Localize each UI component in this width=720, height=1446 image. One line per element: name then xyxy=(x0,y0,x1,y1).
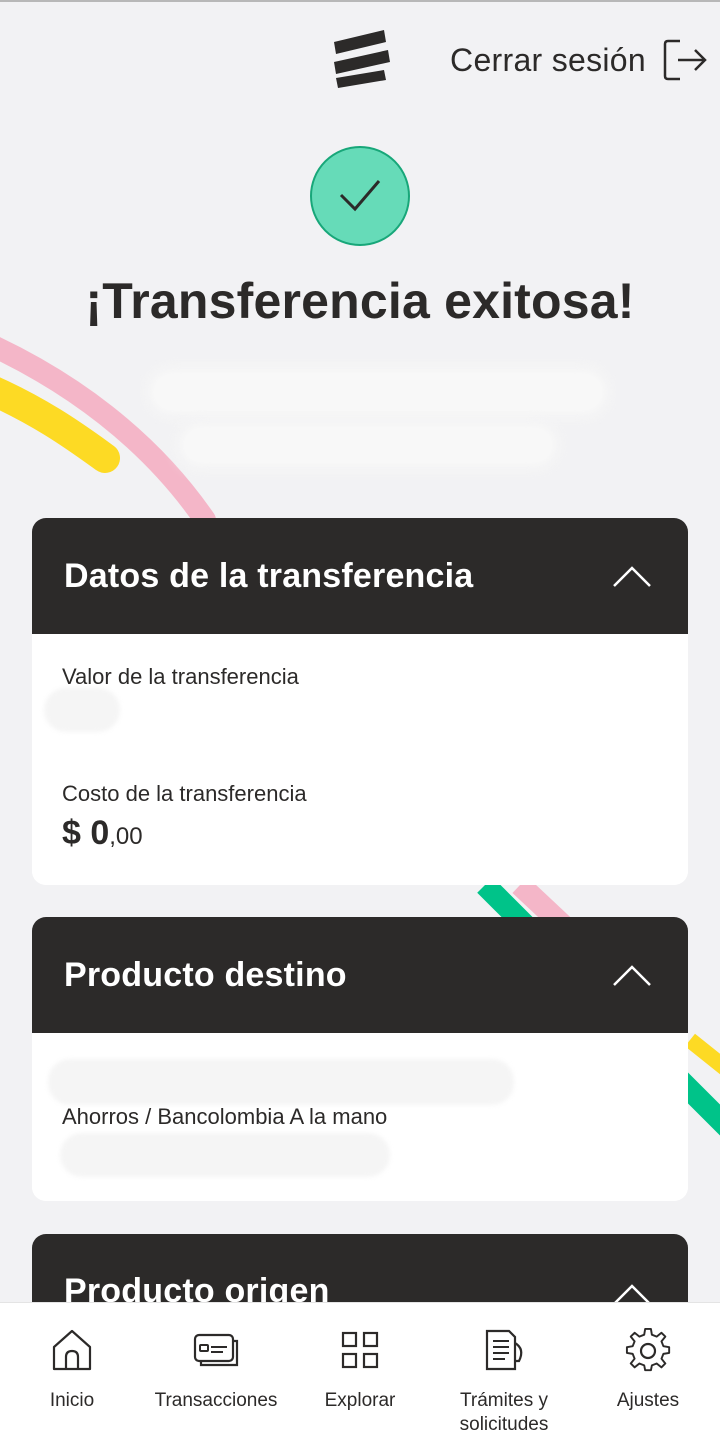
chevron-up-icon xyxy=(613,566,651,587)
logout-icon xyxy=(663,39,707,81)
cost-amount-main: $ 0 xyxy=(62,814,110,852)
nav-item-inicio[interactable]: Inicio xyxy=(0,1303,144,1446)
gear-icon xyxy=(625,1327,671,1372)
cost-label: Costo de la transferencia xyxy=(62,781,307,806)
redacted-text xyxy=(152,372,604,412)
value-label: Valor de la transferencia xyxy=(62,664,299,689)
transfer-details-card: Datos de la transferencia Valor de la tr… xyxy=(32,518,688,885)
nav-label: Transacciones xyxy=(154,1390,278,1411)
nav-item-tramites[interactable]: Trámites y solicitudes xyxy=(432,1303,576,1446)
nav-item-transacciones[interactable]: Transacciones xyxy=(144,1303,288,1446)
page-title: ¡Transferencia exitosa! xyxy=(85,273,635,329)
account-type: Ahorros / Bancolombia A la mano xyxy=(62,1104,388,1129)
card-title: Datos de la transferencia xyxy=(64,556,474,595)
grid-icon xyxy=(341,1331,379,1369)
nav-label: Explorar xyxy=(324,1390,396,1411)
transfer-success-screen: Cerrar sesión ¡Transferencia exitosa! Da… xyxy=(0,0,720,1446)
destination-product-card: Producto destino Ahorros / Bancolombia A… xyxy=(32,917,688,1201)
bottom-navigation: Inicio Transacciones Explorar Trámites y… xyxy=(0,1302,720,1446)
nav-item-ajustes[interactable]: Ajustes xyxy=(576,1303,720,1446)
redacted-account-name xyxy=(48,1059,514,1105)
redacted-account-number xyxy=(60,1133,390,1177)
logout-button[interactable]: Cerrar sesión xyxy=(450,34,708,86)
cost-amount-cents: ,00 xyxy=(109,823,143,850)
home-icon xyxy=(52,1329,92,1371)
cost-amount: $ 0,00 xyxy=(62,814,143,853)
logout-label: Cerrar sesión xyxy=(450,41,646,78)
document-icon xyxy=(485,1329,523,1371)
chevron-up-icon xyxy=(613,965,651,986)
bancolombia-logo-icon xyxy=(334,30,390,88)
destination-product-header[interactable]: Producto destino xyxy=(32,917,688,1033)
success-badge xyxy=(310,146,410,246)
transactions-icon xyxy=(193,1333,239,1367)
transfer-details-header[interactable]: Datos de la transferencia xyxy=(32,518,688,634)
nav-item-explorar[interactable]: Explorar xyxy=(288,1303,432,1446)
nav-label: Ajustes xyxy=(616,1390,680,1411)
redacted-amount xyxy=(44,688,120,732)
nav-label: Inicio xyxy=(49,1390,95,1411)
card-title: Producto destino xyxy=(64,955,347,994)
check-icon xyxy=(339,180,381,212)
nav-label: Trámites y solicitudes xyxy=(459,1390,549,1435)
redacted-text xyxy=(182,426,554,464)
